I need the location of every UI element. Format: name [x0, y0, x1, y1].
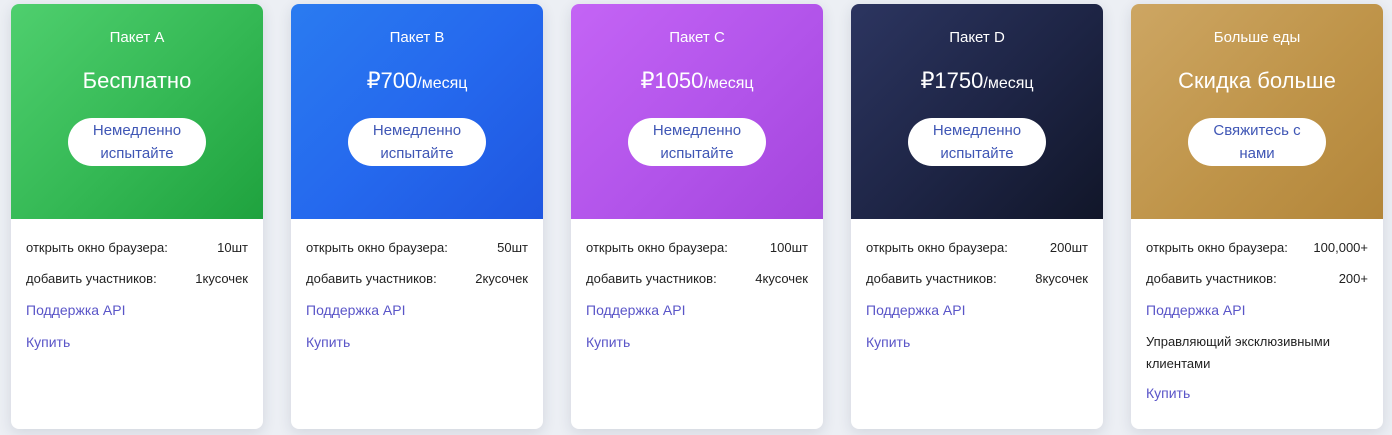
feature-label: добавить участников: — [1146, 271, 1277, 286]
api-support-link[interactable]: Поддержка API — [26, 302, 248, 318]
feature-browser-windows: открыть окно браузера: 100,000+ — [1146, 240, 1368, 256]
feature-label: открыть окно браузера: — [1146, 240, 1288, 255]
api-support-link[interactable]: Поддержка API — [306, 302, 528, 318]
feature-label: открыть окно браузера: — [26, 240, 168, 255]
feature-members: добавить участников: 2кусочек — [306, 271, 528, 287]
api-support-link[interactable]: Поддержка API — [586, 302, 808, 318]
feature-browser-windows: открыть окно браузера: 200шт — [866, 240, 1088, 256]
price-unit: /месяц — [703, 75, 754, 92]
feature-value: 1кусочек — [195, 271, 248, 286]
price-amount: ₽1050 — [640, 68, 704, 93]
feature-value: 100шт — [769, 240, 808, 255]
feature-value: 2кусочек — [475, 271, 528, 286]
feature-label: добавить участников: — [306, 271, 437, 286]
plan-features: открыть окно браузера: 100,000+ добавить… — [1131, 219, 1383, 429]
try-now-button[interactable]: Немедленно испытайте — [908, 118, 1046, 166]
buy-link[interactable]: Купить — [306, 334, 528, 350]
plan-card-a: Пакет A Бесплатно Немедленно испытайте о… — [11, 4, 263, 429]
feature-label: открыть окно браузера: — [306, 240, 448, 255]
api-support-link[interactable]: Поддержка API — [1146, 302, 1368, 318]
plan-features: открыть окно браузера: 100шт добавить уч… — [571, 219, 823, 429]
plan-name: Больше еды — [1213, 29, 1301, 46]
plan-header: Больше еды Скидка больше Свяжитесь с нам… — [1131, 4, 1383, 219]
plan-price: ₽700/месяц — [367, 66, 468, 96]
plan-price: ₽1750/месяц — [920, 66, 1033, 96]
plan-header: Пакет B ₽700/месяц Немедленно испытайте — [291, 4, 543, 219]
feature-label: открыть окно браузера: — [866, 240, 1008, 255]
plan-name: Пакет D — [949, 29, 1005, 46]
feature-value: 200шт — [1049, 240, 1088, 255]
price-amount: Бесплатно — [82, 68, 192, 93]
plan-features: открыть окно браузера: 200шт добавить уч… — [851, 219, 1103, 429]
plan-card-enterprise: Больше еды Скидка больше Свяжитесь с нам… — [1131, 4, 1383, 429]
feature-label: добавить участников: — [26, 271, 157, 286]
try-now-button-label: Немедленно испытайте — [372, 122, 462, 162]
plan-header: Пакет D ₽1750/месяц Немедленно испытайте — [851, 4, 1103, 219]
dedicated-manager-text: Управляющий эксклюзивными клиентами — [1146, 334, 1330, 371]
feature-browser-windows: открыть окно браузера: 10шт — [26, 240, 248, 256]
feature-value: 10шт — [217, 240, 248, 255]
buy-link[interactable]: Купить — [866, 334, 1088, 350]
plan-features: открыть окно браузера: 10шт добавить уча… — [11, 219, 263, 429]
feature-members: добавить участников: 4кусочек — [586, 271, 808, 287]
plan-name: Пакет B — [389, 29, 445, 46]
feature-members: добавить участников: 200+ — [1146, 271, 1368, 287]
feature-value: 100,000+ — [1313, 240, 1368, 255]
plan-price: ₽1050/месяц — [640, 66, 753, 96]
price-unit: /месяц — [983, 75, 1034, 92]
plan-header: Пакет C ₽1050/месяц Немедленно испытайте — [571, 4, 823, 219]
feature-value: 8кусочек — [1035, 271, 1088, 286]
price-amount: ₽700 — [366, 68, 418, 93]
try-now-button[interactable]: Немедленно испытайте — [68, 118, 206, 166]
price-amount: ₽1750 — [920, 68, 984, 93]
buy-link[interactable]: Купить — [586, 334, 808, 350]
plan-features: открыть окно браузера: 50шт добавить уча… — [291, 219, 543, 429]
try-now-button-label: Немедленно испытайте — [932, 122, 1022, 162]
feature-value: 4кусочек — [755, 271, 808, 286]
feature-label: добавить участников: — [866, 271, 997, 286]
plan-header: Пакет A Бесплатно Немедленно испытайте — [11, 4, 263, 219]
feature-label: открыть окно браузера: — [586, 240, 728, 255]
feature-members: добавить участников: 8кусочек — [866, 271, 1088, 287]
feature-value: 50шт — [497, 240, 528, 255]
contact-us-button[interactable]: Свяжитесь с нами — [1188, 118, 1326, 166]
plan-price: Скидка больше — [1178, 66, 1336, 96]
feature-label: добавить участников: — [586, 271, 717, 286]
feature-value: 200+ — [1338, 271, 1368, 286]
plan-name: Пакет A — [109, 29, 165, 46]
api-support-link[interactable]: Поддержка API — [866, 302, 1088, 318]
try-now-button-label: Немедленно испытайте — [652, 122, 742, 162]
try-now-button-label: Немедленно испытайте — [92, 122, 182, 162]
buy-link[interactable]: Купить — [26, 334, 248, 350]
try-now-button[interactable]: Немедленно испытайте — [348, 118, 486, 166]
plan-price: Бесплатно — [83, 66, 192, 96]
plan-card-b: Пакет B ₽700/месяц Немедленно испытайте … — [291, 4, 543, 429]
plan-name: Пакет C — [669, 29, 725, 46]
price-unit: /месяц — [417, 75, 468, 92]
price-amount: Скидка больше — [1178, 68, 1336, 93]
plan-card-c: Пакет C ₽1050/месяц Немедленно испытайте… — [571, 4, 823, 429]
pricing-cards: Пакет A Бесплатно Немедленно испытайте о… — [11, 4, 1383, 429]
feature-browser-windows: открыть окно браузера: 50шт — [306, 240, 528, 256]
feature-members: добавить участников: 1кусочек — [26, 271, 248, 287]
feature-browser-windows: открыть окно браузера: 100шт — [586, 240, 808, 256]
try-now-button[interactable]: Немедленно испытайте — [628, 118, 766, 166]
contact-us-button-label: Свяжитесь с нами — [1213, 122, 1301, 162]
plan-card-d: Пакет D ₽1750/месяц Немедленно испытайте… — [851, 4, 1103, 429]
buy-link[interactable]: Купить — [1146, 385, 1368, 401]
